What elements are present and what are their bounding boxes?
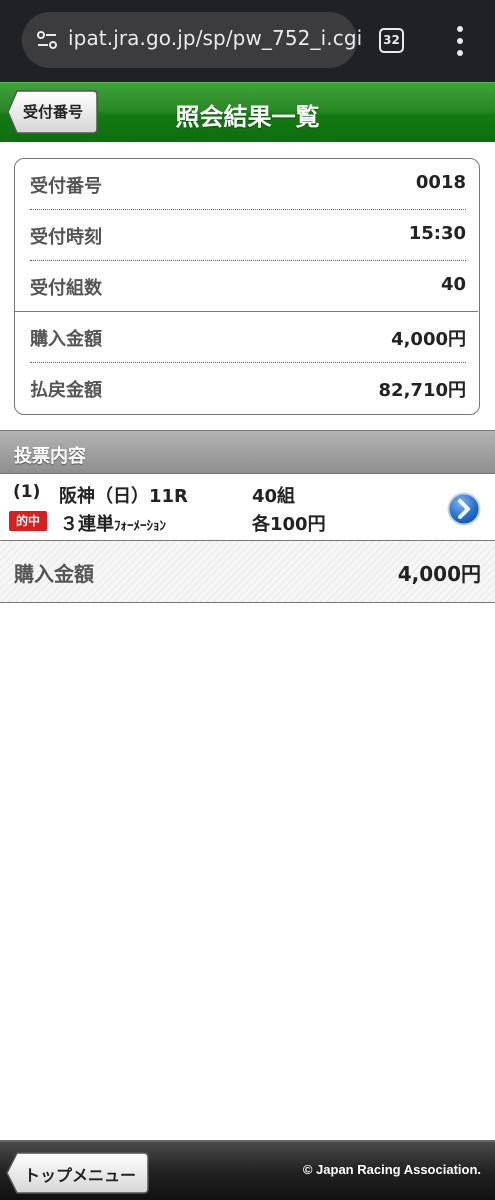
summary-value: 40 bbox=[440, 274, 466, 295]
bet-race: 阪神（日）11R bbox=[59, 486, 188, 507]
page-footer: トップメニュー © Japan Racing Association. bbox=[0, 1140, 495, 1200]
hit-badge: 的中 bbox=[9, 511, 47, 531]
top-menu-label: トップメニュー bbox=[24, 1166, 137, 1185]
bet-type: ３連単ﾌｫｰﾒｰｼｮﾝ bbox=[60, 510, 166, 536]
bet-type-sub: ﾌｫｰﾒｰｼｮﾝ bbox=[114, 519, 166, 534]
section-header: 投票内容 bbox=[0, 430, 495, 474]
total-purchase-row: 購入金額 4,000円 bbox=[0, 541, 495, 603]
summary-label: 受付番号 bbox=[30, 176, 102, 197]
summary-label: 受付組数 bbox=[30, 278, 102, 299]
total-label: 購入金額 bbox=[14, 562, 94, 586]
page-title: 照会結果一覧 bbox=[175, 103, 320, 131]
bet-type-main: ３連単 bbox=[60, 514, 114, 535]
summary-value: 0018 bbox=[415, 172, 466, 193]
summary-row-set-count: 受付組数 40 bbox=[30, 261, 466, 311]
summary-row-receipt-time: 受付時刻 15:30 bbox=[30, 210, 466, 260]
more-options-icon[interactable] bbox=[452, 26, 468, 56]
bet-number: (1) bbox=[13, 482, 41, 502]
tab-switcher-button[interactable]: 32 bbox=[379, 28, 404, 53]
summary-value: 15:30 bbox=[408, 223, 466, 244]
browser-toolbar: ipat.jra.go.jp/sp/pw_752_i.cgi 32 bbox=[0, 0, 495, 82]
top-menu-button[interactable]: トップメニュー bbox=[6, 1152, 149, 1194]
summary-value: 4,000円 bbox=[391, 329, 466, 350]
bet-list-item[interactable]: (1) 阪神（日）11R 40組 的中 ３連単ﾌｫｰﾒｰｼｮﾝ 各100円 bbox=[0, 474, 495, 541]
page-header: 受付番号 照会結果一覧 bbox=[0, 82, 495, 142]
summary-row-purchase-amount: 購入金額 4,000円 bbox=[30, 312, 466, 362]
summary-row-receipt-number: 受付番号 0018 bbox=[30, 159, 466, 209]
copyright-text: © Japan Racing Association. bbox=[302, 1162, 481, 1177]
summary-label: 購入金額 bbox=[30, 329, 102, 350]
receipt-summary: 受付番号 0018 受付時刻 15:30 受付組数 40 購入金額 4,000円… bbox=[14, 158, 480, 415]
total-value: 4,000円 bbox=[397, 562, 481, 586]
summary-label: 受付時刻 bbox=[30, 227, 102, 248]
site-settings-icon[interactable] bbox=[36, 29, 58, 51]
summary-label: 払戻金額 bbox=[30, 380, 102, 401]
section-title: 投票内容 bbox=[14, 446, 86, 467]
address-bar[interactable]: ipat.jra.go.jp/sp/pw_752_i.cgi bbox=[22, 12, 362, 68]
bet-amount-each: 各100円 bbox=[252, 514, 326, 535]
summary-row-payout-amount: 払戻金額 82,710円 bbox=[30, 363, 466, 413]
url-text[interactable]: ipat.jra.go.jp/sp/pw_752_i.cgi bbox=[68, 26, 362, 50]
summary-value: 82,710円 bbox=[378, 380, 466, 401]
chevron-right-icon[interactable] bbox=[447, 492, 481, 526]
bet-combinations: 40組 bbox=[252, 486, 296, 507]
